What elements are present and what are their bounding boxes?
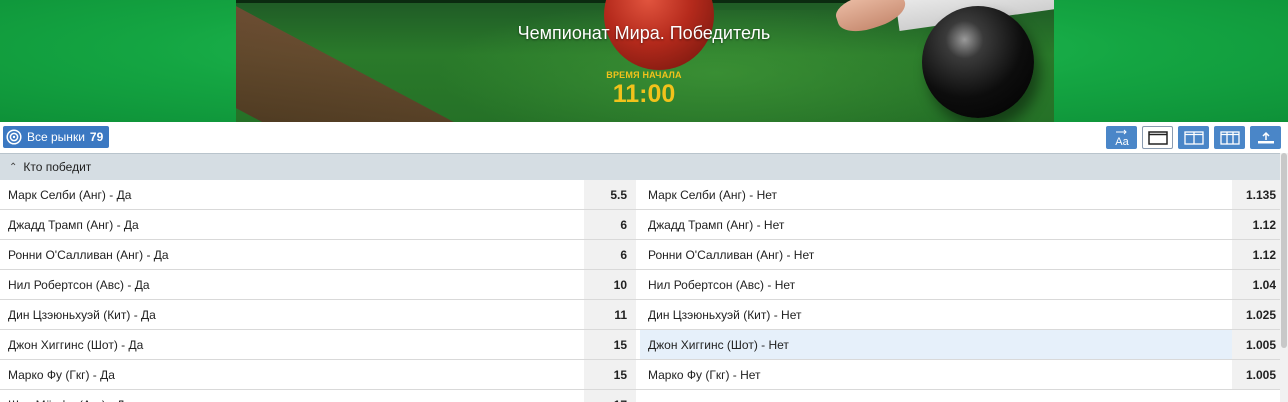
- two-column-icon: [1183, 130, 1204, 145]
- table-row: Дин Цзэюньхуэй (Кит) - Да 11 Дин Цзэюньх…: [0, 300, 1280, 330]
- outcome-name: Джон Хиггинс (Шот) - Да: [0, 330, 584, 359]
- outcome-name: Ронни О'Салливан (Анг) - Нет: [640, 240, 1232, 269]
- outcome-name: Дин Цзэюньхуэй (Кит) - Да: [0, 300, 584, 329]
- outcome-odd[interactable]: 6: [584, 240, 636, 269]
- outcome-name: Марк Селби (Анг) - Нет: [640, 180, 1232, 209]
- font-size-icon: Aa: [1115, 129, 1129, 147]
- outcome-odd[interactable]: 1.12: [1232, 240, 1280, 269]
- start-time-label: ВРЕМЯ НАЧАЛА: [606, 70, 682, 80]
- outcome-no[interactable]: Джадд Трамп (Анг) - Нет 1.12: [640, 210, 1280, 239]
- outcome-yes[interactable]: Шон Мёрфи (Анг) - Да 17: [0, 390, 640, 402]
- outcome-name: Марко Фу (Гкг) - Нет: [640, 360, 1232, 389]
- table-row: Нил Робертсон (Авс) - Да 10 Нил Робертсо…: [0, 270, 1280, 300]
- market-title: Кто победит: [23, 160, 92, 174]
- market-toolbar: Все рынки 79 Aa: [0, 122, 1288, 153]
- outcome-yes[interactable]: Джадд Трамп (Анг) - Да 6: [0, 210, 640, 239]
- three-column-icon: [1219, 130, 1240, 145]
- start-time-value: 11:00: [612, 80, 676, 108]
- outcome-no-empty: [640, 390, 1280, 402]
- outcome-yes[interactable]: Марк Селби (Анг) - Да 5.5: [0, 180, 640, 209]
- two-column-view-button[interactable]: [1178, 126, 1209, 149]
- outcome-yes[interactable]: Нил Робертсон (Авс) - Да 10: [0, 270, 640, 299]
- outcome-name: [640, 390, 1280, 402]
- outcome-no[interactable]: Нил Робертсон (Авс) - Нет 1.04: [640, 270, 1280, 299]
- outcome-odd[interactable]: 1.005: [1232, 330, 1280, 359]
- outcome-odd[interactable]: 11: [584, 300, 636, 329]
- event-banner: Чемпионат Мира. Победитель ВРЕМЯ НАЧАЛА …: [0, 0, 1288, 122]
- outcome-no[interactable]: Дин Цзэюньхуэй (Кит) - Нет 1.025: [640, 300, 1280, 329]
- outcome-name: Марк Селби (Анг) - Да: [0, 180, 584, 209]
- font-size-label: Aa: [1115, 136, 1129, 147]
- outcome-odd[interactable]: 15: [584, 330, 636, 359]
- collapse-all-button[interactable]: [1250, 126, 1281, 149]
- all-markets-label: Все рынки: [27, 130, 85, 144]
- outcome-odd[interactable]: 1.04: [1232, 270, 1280, 299]
- outcome-odd[interactable]: 6: [584, 210, 636, 239]
- outcome-name: Нил Робертсон (Авс) - Нет: [640, 270, 1232, 299]
- chevron-up-icon: ⌃: [9, 161, 18, 173]
- single-column-icon: [1147, 130, 1168, 145]
- outcome-odd[interactable]: 10: [584, 270, 636, 299]
- outcome-name: Дин Цзэюньхуэй (Кит) - Нет: [640, 300, 1232, 329]
- scrollbar-thumb[interactable]: [1281, 153, 1287, 348]
- font-size-button[interactable]: Aa: [1106, 126, 1137, 149]
- target-icon: [6, 129, 22, 145]
- table-row: Джадд Трамп (Анг) - Да 6 Джадд Трамп (Ан…: [0, 210, 1280, 240]
- all-markets-button[interactable]: Все рынки 79: [3, 126, 110, 148]
- vertical-scrollbar[interactable]: [1280, 153, 1288, 402]
- outcome-no[interactable]: Марко Фу (Гкг) - Нет 1.005: [640, 360, 1280, 389]
- outcome-name: Марко Фу (Гкг) - Да: [0, 360, 584, 389]
- market-rows: Марк Селби (Анг) - Да 5.5 Марк Селби (Ан…: [0, 180, 1280, 402]
- outcome-odd[interactable]: 1.005: [1232, 360, 1280, 389]
- outcome-name: Шон Мёрфи (Анг) - Да: [0, 390, 584, 402]
- outcome-name: Ронни О'Салливан (Анг) - Да: [0, 240, 584, 269]
- outcome-odd[interactable]: 5.5: [584, 180, 636, 209]
- table-row: Шон Мёрфи (Анг) - Да 17: [0, 390, 1280, 402]
- outcome-yes[interactable]: Марко Фу (Гкг) - Да 15: [0, 360, 640, 389]
- outcome-no[interactable]: Ронни О'Салливан (Анг) - Нет 1.12: [640, 240, 1280, 269]
- all-markets-count: 79: [89, 130, 104, 144]
- outcome-yes[interactable]: Джон Хиггинс (Шот) - Да 15: [0, 330, 640, 359]
- outcome-name: Джадд Трамп (Анг) - Нет: [640, 210, 1232, 239]
- table-row: Ронни О'Салливан (Анг) - Да 6 Ронни О'Са…: [0, 240, 1280, 270]
- outcome-yes[interactable]: Дин Цзэюньхуэй (Кит) - Да 11: [0, 300, 640, 329]
- outcome-name: Нил Робертсон (Авс) - Да: [0, 270, 584, 299]
- outcome-name: Джадд Трамп (Анг) - Да: [0, 210, 584, 239]
- outcome-name: Джон Хиггинс (Шот) - Нет: [640, 330, 1232, 359]
- single-column-view-button[interactable]: [1142, 126, 1173, 149]
- outcome-no[interactable]: Марк Селби (Анг) - Нет 1.135: [640, 180, 1280, 209]
- outcome-odd[interactable]: 1.135: [1232, 180, 1280, 209]
- three-column-view-button[interactable]: [1214, 126, 1245, 149]
- table-row: Марк Селби (Анг) - Да 5.5 Марк Селби (Ан…: [0, 180, 1280, 210]
- event-title: Чемпионат Мира. Победитель: [517, 23, 771, 43]
- table-row: Марко Фу (Гкг) - Да 15 Марко Фу (Гкг) - …: [0, 360, 1280, 390]
- outcome-no[interactable]: Джон Хиггинс (Шот) - Нет 1.005: [640, 330, 1280, 359]
- outcome-odd[interactable]: 1.025: [1232, 300, 1280, 329]
- collapse-icon: [1257, 131, 1274, 143]
- outcome-odd[interactable]: 15: [584, 360, 636, 389]
- outcome-odd[interactable]: 1.12: [1232, 210, 1280, 239]
- table-row: Джон Хиггинс (Шот) - Да 15 Джон Хиггинс …: [0, 330, 1280, 360]
- outcome-yes[interactable]: Ронни О'Салливан (Анг) - Да 6: [0, 240, 640, 269]
- market-header-who-wins[interactable]: ⌃ Кто победит: [0, 153, 1280, 180]
- outcome-odd[interactable]: 17: [584, 390, 636, 402]
